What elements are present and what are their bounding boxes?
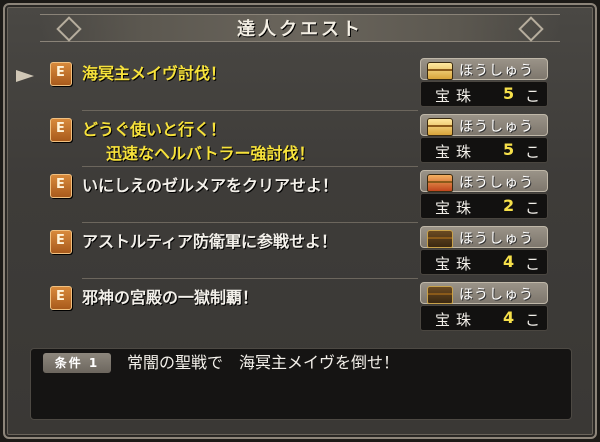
reward-header: ほうしゅう bbox=[420, 170, 548, 192]
condition-text: 常闇の聖戦で 海冥主メイヴを倒せ！ bbox=[127, 353, 400, 372]
condition-box: 条件 1 常闇の聖戦で 海冥主メイヴを倒せ！ bbox=[30, 348, 572, 420]
reward-label: ほうしゅう bbox=[459, 287, 534, 303]
reward-header: ほうしゅう bbox=[420, 114, 548, 136]
reward-label: ほうしゅう bbox=[459, 231, 534, 247]
quest-scroll-icon bbox=[50, 174, 72, 198]
quest-title: いにしえのゼルメアをクリアせよ！ bbox=[82, 174, 338, 198]
reward-count: 5 bbox=[503, 140, 515, 159]
reward-unit: こ bbox=[525, 255, 541, 273]
reward-item: 宝珠 bbox=[435, 199, 478, 217]
reward-panel: ほうしゅう 宝珠 2 こ bbox=[420, 170, 548, 220]
reward-item: 宝珠 bbox=[435, 87, 478, 105]
reward-header: ほうしゅう bbox=[420, 58, 548, 80]
quest-title-line2: 迅速なヘルバトラー強討伐！ bbox=[106, 144, 315, 163]
reward-item: 宝珠 bbox=[435, 311, 478, 329]
reward-item: 宝珠 bbox=[435, 143, 478, 161]
quest-title-line1: どうぐ使いと行く！ bbox=[82, 120, 227, 139]
row-divider bbox=[82, 278, 418, 279]
reward-unit: こ bbox=[525, 87, 541, 105]
selection-cursor-icon bbox=[16, 70, 34, 82]
reward-count: 5 bbox=[503, 84, 515, 103]
reward-unit: こ bbox=[525, 143, 541, 161]
quest-title: 邪神の宮殿の一獄制覇！ bbox=[82, 286, 258, 310]
quest-row[interactable]: アストルティア防衛軍に参戦せよ！ ほうしゅう 宝珠 4 こ bbox=[42, 226, 554, 276]
row-divider bbox=[82, 110, 418, 111]
reward-label: ほうしゅう bbox=[459, 119, 534, 135]
reward-label: ほうしゅう bbox=[459, 63, 534, 79]
reward-panel: ほうしゅう 宝珠 4 こ bbox=[420, 226, 548, 276]
reward-unit: こ bbox=[525, 311, 541, 329]
quest-row[interactable]: どうぐ使いと行く！ 迅速なヘルバトラー強討伐！ ほうしゅう 宝珠 5 こ bbox=[42, 114, 554, 164]
quest-title: どうぐ使いと行く！ 迅速なヘルバトラー強討伐！ bbox=[82, 118, 314, 166]
reward-item: 宝珠 bbox=[435, 255, 478, 273]
treasure-chest-icon bbox=[427, 118, 453, 136]
quest-title: 海冥主メイヴ討伐！ bbox=[82, 62, 226, 86]
quest-scroll-icon bbox=[50, 286, 72, 310]
quest-title-line1: いにしえのゼルメアをクリアせよ！ bbox=[82, 176, 339, 195]
treasure-chest-icon bbox=[427, 286, 453, 304]
reward-value: 宝珠 5 こ bbox=[420, 137, 548, 163]
quest-scroll-icon bbox=[50, 62, 72, 86]
reward-header: ほうしゅう bbox=[420, 226, 548, 248]
treasure-chest-icon bbox=[427, 230, 453, 248]
quest-title-line1: 海冥主メイヴ討伐！ bbox=[82, 64, 227, 83]
quest-row[interactable]: 海冥主メイヴ討伐！ ほうしゅう 宝珠 5 こ bbox=[42, 58, 554, 108]
window-title: 達人クエスト bbox=[237, 19, 363, 40]
quest-row[interactable]: 邪神の宮殿の一獄制覇！ ほうしゅう 宝珠 4 こ bbox=[42, 282, 554, 332]
quest-scroll-icon bbox=[50, 118, 72, 142]
reward-value: 宝珠 2 こ bbox=[420, 193, 548, 219]
reward-label: ほうしゅう bbox=[459, 175, 534, 191]
reward-count: 4 bbox=[503, 252, 515, 271]
quest-row[interactable]: いにしえのゼルメアをクリアせよ！ ほうしゅう 宝珠 2 こ bbox=[42, 170, 554, 220]
condition-badge: 条件 1 bbox=[43, 353, 111, 373]
reward-value: 宝珠 5 こ bbox=[420, 81, 548, 107]
reward-panel: ほうしゅう 宝珠 5 こ bbox=[420, 58, 548, 108]
reward-unit: こ bbox=[525, 199, 541, 217]
reward-panel: ほうしゅう 宝珠 4 こ bbox=[420, 282, 548, 332]
quest-title: アストルティア防衛軍に参戦せよ！ bbox=[82, 230, 337, 254]
reward-count: 4 bbox=[503, 308, 515, 327]
reward-value: 宝珠 4 こ bbox=[420, 249, 548, 275]
quest-scroll-icon bbox=[50, 230, 72, 254]
reward-value: 宝珠 4 こ bbox=[420, 305, 548, 331]
row-divider bbox=[82, 166, 418, 167]
treasure-chest-icon bbox=[427, 174, 453, 192]
reward-panel: ほうしゅう 宝珠 5 こ bbox=[420, 114, 548, 164]
reward-count: 2 bbox=[503, 196, 515, 215]
row-divider bbox=[82, 222, 418, 223]
reward-header: ほうしゅう bbox=[420, 282, 548, 304]
treasure-chest-icon bbox=[427, 62, 453, 80]
quest-title-line1: アストルティア防衛軍に参戦せよ！ bbox=[82, 232, 338, 251]
quest-title-line1: 邪神の宮殿の一獄制覇！ bbox=[82, 288, 259, 307]
